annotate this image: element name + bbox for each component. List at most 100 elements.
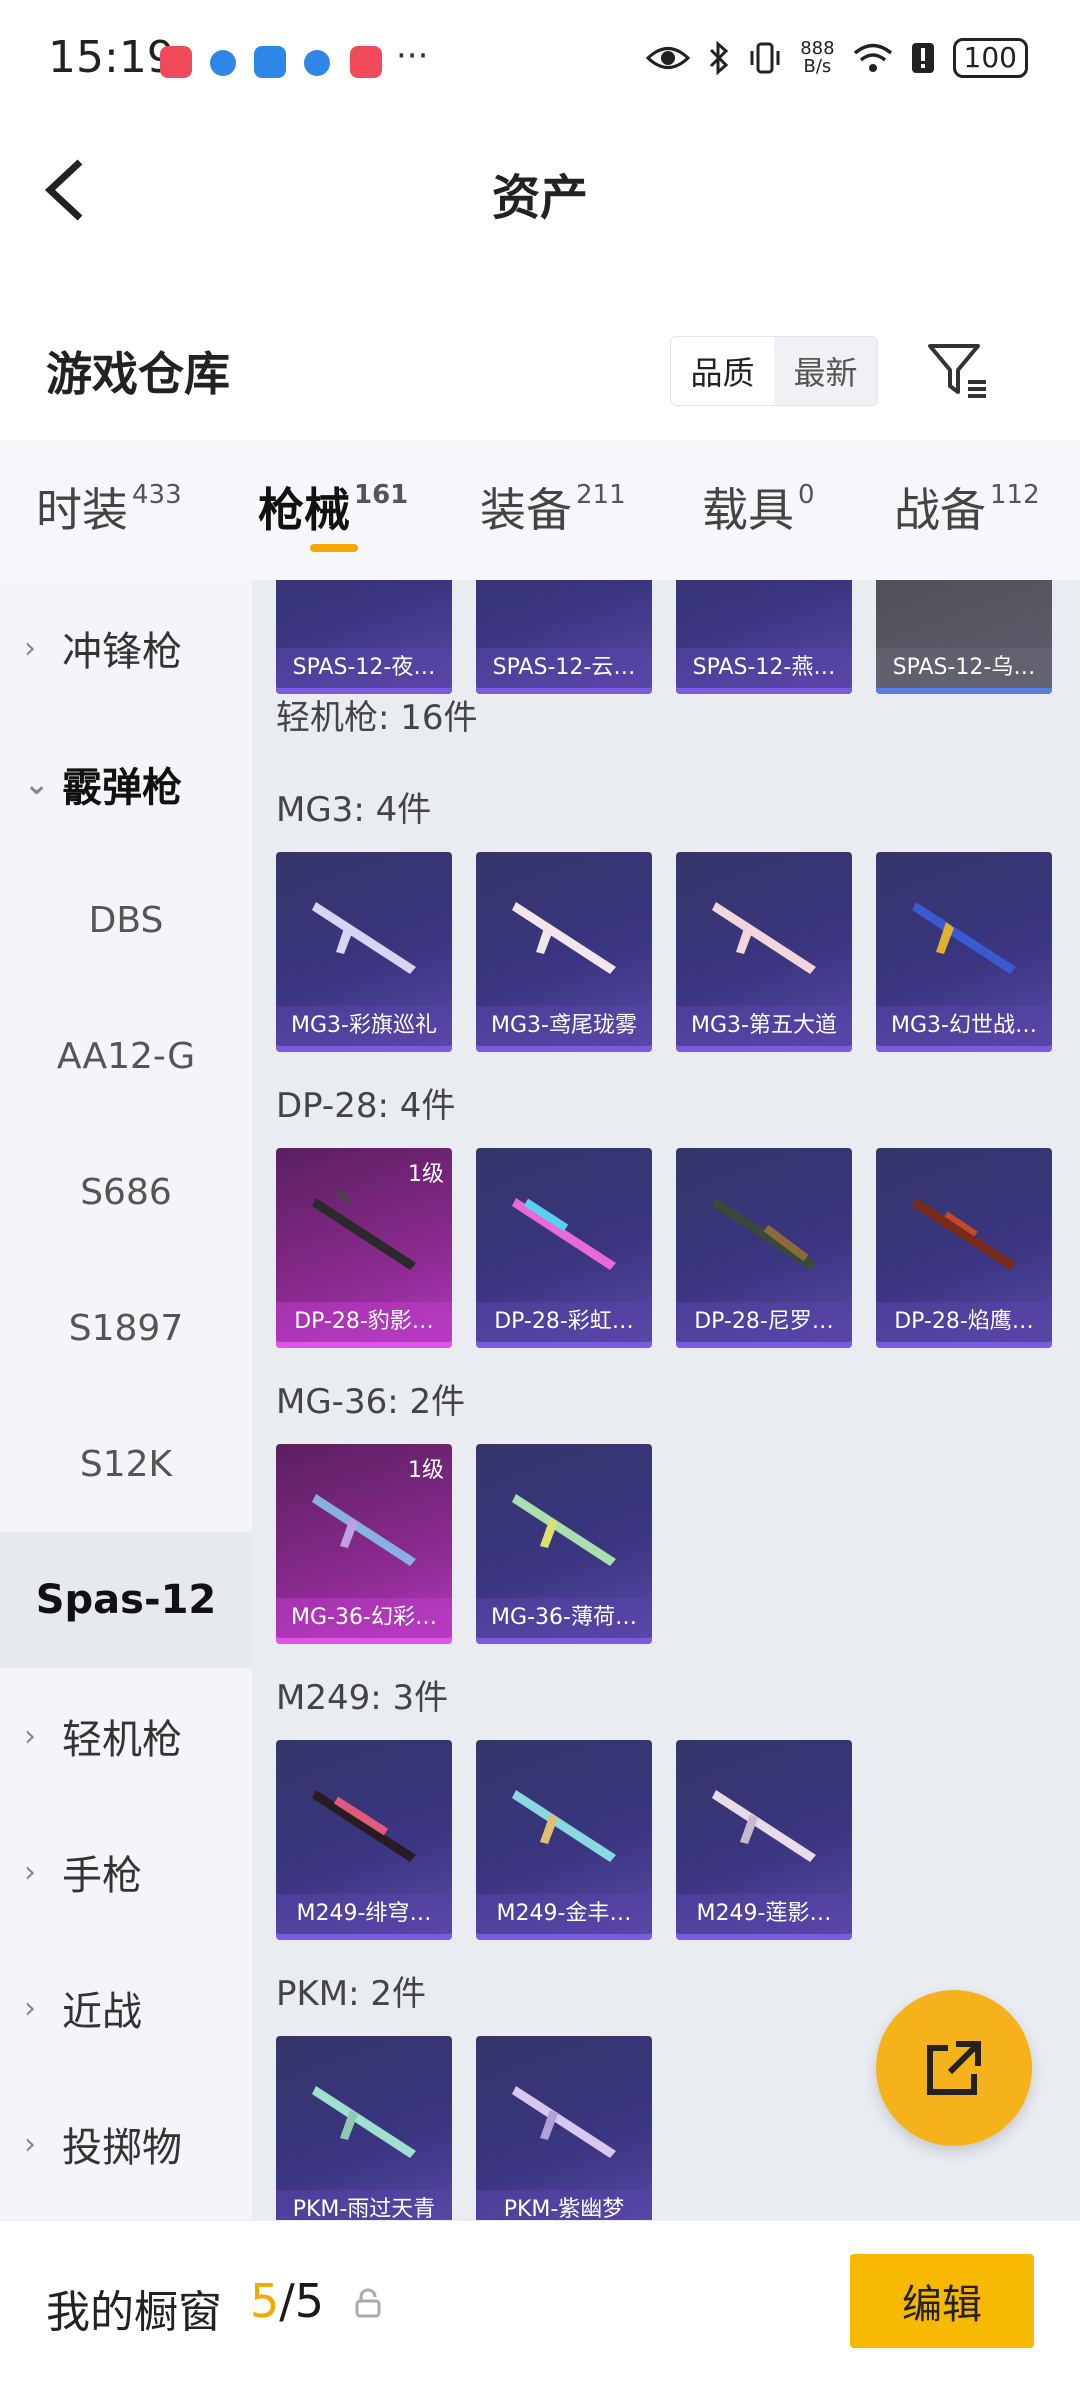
sidebar-item-smg[interactable]: › 冲锋枪 xyxy=(0,580,252,716)
item-name: M249-绯穹… xyxy=(276,1894,452,1934)
group-title: MG3: 4件 xyxy=(276,790,432,830)
lmg-skin-image-icon xyxy=(312,1494,416,1566)
item-card[interactable]: SPAS-12-燕… xyxy=(676,580,852,694)
lmg-skin-image-icon xyxy=(912,1198,1016,1270)
item-name: SPAS-12-燕… xyxy=(676,648,852,688)
item-card[interactable]: DP-28-尼罗… xyxy=(676,1148,852,1348)
status-time: 15:19 xyxy=(48,32,175,83)
tab-equipment[interactable]: 装备 211 xyxy=(480,474,626,540)
sidebar-subitem-s12k[interactable]: S12K xyxy=(0,1396,252,1532)
item-name: MG-36-幻彩… xyxy=(276,1598,452,1638)
chevron-right-icon: › xyxy=(24,630,36,666)
lmg-skin-image-icon xyxy=(512,2086,616,2158)
item-card[interactable]: MG3-第五大道 xyxy=(676,852,852,1052)
item-card[interactable]: 1级 MG-36-幻彩… xyxy=(276,1444,452,1644)
item-card[interactable]: M249-莲影… xyxy=(676,1740,852,1940)
item-card[interactable]: M249-绯穹… xyxy=(276,1740,452,1940)
item-name: MG3-鸢尾珑雾 xyxy=(476,1006,652,1046)
lmg-skin-image-icon xyxy=(512,1494,616,1566)
bluetooth-notification-icon xyxy=(254,46,286,78)
share-button[interactable] xyxy=(876,1990,1032,2146)
item-card[interactable]: SPAS-12-云… xyxy=(476,580,652,694)
item-card[interactable]: M249-金丰… xyxy=(476,1740,652,1940)
item-card[interactable]: PKM-紫幽梦 xyxy=(476,2036,652,2220)
item-card[interactable]: DP-28-彩虹… xyxy=(476,1148,652,1348)
sidebar-subitem-dbs[interactable]: DBS xyxy=(0,852,252,988)
sort-by-newest-button[interactable]: 最新 xyxy=(774,337,877,405)
sidebar-item-pistol[interactable]: › 手枪 xyxy=(0,1804,252,1940)
shopping-app-notification-icon xyxy=(350,46,382,78)
chevron-right-icon: › xyxy=(24,1990,36,2026)
tab-vehicles[interactable]: 载具 0 xyxy=(702,474,815,540)
showcase-count: 5/5 xyxy=(250,2274,325,2328)
sidebar-subitem-aa12g[interactable]: AA12-G xyxy=(0,988,252,1124)
item-name: DP-28-豹影… xyxy=(276,1302,452,1342)
lmg-skin-image-icon xyxy=(312,1187,416,1270)
item-name: SPAS-12-乌… xyxy=(876,648,1052,688)
sidebar-item-throwable[interactable]: › 投掷物 xyxy=(0,2076,252,2212)
lmg-skin-image-icon xyxy=(512,1790,616,1862)
sidebar-item-lmg[interactable]: › 轻机枪 xyxy=(0,1668,252,1804)
lmg-skin-image-icon xyxy=(912,902,1016,974)
sort-toggle: 品质 最新 xyxy=(670,336,878,406)
group-title: DP-28: 4件 xyxy=(276,1086,456,1126)
tab-guns[interactable]: 枪械 161 xyxy=(258,474,408,540)
sidebar-subitem-s1897[interactable]: S1897 xyxy=(0,1260,252,1396)
network-speed: 888 B/s xyxy=(800,38,835,77)
lock-icon xyxy=(355,2288,381,2318)
filter-icon xyxy=(928,344,986,398)
category-total-label: 轻机枪: 16件 xyxy=(276,698,478,738)
item-name: M249-莲影… xyxy=(676,1894,852,1934)
item-card[interactable]: DP-28-焰鹰… xyxy=(876,1148,1052,1348)
item-card[interactable]: MG3-鸢尾珑雾 xyxy=(476,852,652,1052)
sidebar-item-melee[interactable]: › 近战 xyxy=(0,1940,252,2076)
item-grid: SPAS-12-夜… SPAS-12-云… SPAS-12-燕… SPAS-12… xyxy=(252,580,1080,2220)
lmg-skin-image-icon xyxy=(712,1790,816,1862)
item-card[interactable]: MG3-彩旗巡礼 xyxy=(276,852,452,1052)
lmg-skin-image-icon xyxy=(312,902,416,974)
chevron-right-icon: › xyxy=(24,2126,36,2162)
lmg-skin-image-icon xyxy=(512,902,616,974)
tab-fashion[interactable]: 时装 433 xyxy=(36,474,182,540)
item-card[interactable]: MG-36-薄荷… xyxy=(476,1444,652,1644)
wifi-icon xyxy=(853,43,892,72)
group-title: PKM: 2件 xyxy=(276,1974,427,2014)
sidebar-subitem-spas12[interactable]: Spas-12 xyxy=(0,1532,252,1668)
item-name: DP-28-彩虹… xyxy=(476,1302,652,1342)
sort-by-quality-button[interactable]: 品质 xyxy=(671,337,774,405)
lmg-skin-image-icon xyxy=(712,902,816,974)
item-name: SPAS-12-云… xyxy=(476,648,652,688)
browser-notification-icon xyxy=(304,50,330,76)
showcase-label: 我的橱窗 xyxy=(46,2287,222,2338)
bluetooth-icon xyxy=(710,41,729,75)
sidebar-subitem-s686[interactable]: S686 xyxy=(0,1124,252,1260)
item-card[interactable]: SPAS-12-夜… xyxy=(276,580,452,694)
active-tab-indicator xyxy=(310,544,358,552)
browser-notification-icon xyxy=(210,50,236,76)
edit-button[interactable]: 编辑 xyxy=(850,2254,1034,2348)
battery-indicator: 100 xyxy=(952,38,1028,78)
chevron-right-icon: › xyxy=(24,1718,36,1754)
item-card[interactable]: 1级 DP-28-豹影… xyxy=(276,1148,452,1348)
item-card[interactable]: MG3-幻世战… xyxy=(876,852,1052,1052)
lmg-skin-image-icon xyxy=(312,1790,416,1862)
tab-supplies[interactable]: 战备 112 xyxy=(894,474,1040,540)
item-name: MG3-彩旗巡礼 xyxy=(276,1006,452,1046)
group-title: MG-36: 2件 xyxy=(276,1382,466,1422)
item-card[interactable]: SPAS-12-乌… xyxy=(876,580,1052,694)
sidebar-item-shotgun[interactable]: ⌄ 霰弹枪 xyxy=(0,716,252,852)
group-title: M249: 3件 xyxy=(276,1678,449,1718)
filter-button[interactable] xyxy=(926,338,990,402)
warehouse-title: 游戏仓库 xyxy=(46,347,230,401)
item-name: MG3-第五大道 xyxy=(676,1006,852,1046)
lmg-skin-image-icon xyxy=(312,2086,416,2158)
share-external-icon xyxy=(927,2041,981,2095)
more-notifications-icon: ··· xyxy=(396,36,429,76)
item-card[interactable]: PKM-雨过天青 xyxy=(276,2036,452,2220)
lmg-skin-image-icon xyxy=(512,1198,616,1270)
shopping-app-notification-icon xyxy=(160,46,192,78)
item-name: PKM-紫幽梦 xyxy=(476,2190,652,2220)
weapon-type-sidebar: › 冲锋枪 ⌄ 霰弹枪 DBS AA12-G S686 S1897 S12K S… xyxy=(0,580,252,2220)
vibrate-icon xyxy=(750,42,780,74)
chevron-right-icon: › xyxy=(24,1854,36,1890)
